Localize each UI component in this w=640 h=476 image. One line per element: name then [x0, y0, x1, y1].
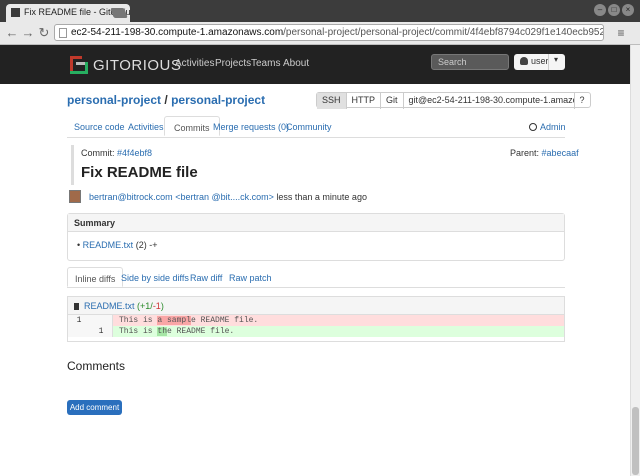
tab-raw-diff[interactable]: Raw diff [190, 273, 222, 283]
tab-side-by-side-diffs[interactable]: Side by side diffs [121, 273, 189, 283]
admin-menu[interactable]: Admin [529, 122, 566, 132]
url-path: /personal-project/personal-project/commi… [283, 27, 604, 38]
page-scrollbar[interactable] [630, 45, 640, 476]
nav-activities[interactable]: Activities [175, 58, 214, 69]
admin-label: Admin [540, 122, 566, 132]
comments-heading: Comments [67, 359, 126, 373]
breadcrumb-project[interactable]: personal-project [67, 93, 161, 107]
divider [548, 54, 549, 70]
breadcrumb-repository[interactable]: personal-project [171, 93, 265, 107]
site-header: GITORIOUS Activities Projects Teams Abou… [0, 45, 630, 84]
page-title: Fix README file [81, 164, 198, 181]
summary-file-link[interactable]: README.txt [83, 240, 134, 250]
parent-line: Parent: #abecaaf [510, 148, 579, 158]
old-line-number: 1 [68, 315, 91, 326]
diff-view-tabs: Inline diffs Side by side diffs Raw diff… [67, 267, 565, 288]
diff-file-panel: README.txt (+1/-1) 1 This is a sample RE… [67, 296, 565, 342]
diff-file-link[interactable]: README.txt [84, 301, 135, 311]
tab-activities[interactable]: Activities [128, 122, 164, 132]
back-icon[interactable]: ← [4, 25, 20, 41]
commit-author: bertran@bitrock.com <bertran @bit....ck.… [89, 192, 367, 202]
browser-tabstrip: Fix README file - Gitorious × – □ × [0, 0, 640, 22]
reload-icon[interactable]: ↻ [36, 25, 52, 41]
author-email-link[interactable]: bertran@bitrock.com [89, 192, 173, 202]
add-comment-button[interactable]: Add comment [67, 400, 122, 415]
author-detail-link[interactable]: <bertran @bit....ck.com> [175, 192, 274, 202]
caret-down-icon[interactable]: ▾ [554, 55, 558, 64]
summary-file-item: • README.txt (2) -+ [77, 240, 157, 250]
commit-time: less than a minute ago [276, 192, 367, 202]
nav-projects[interactable]: Projects [215, 58, 251, 69]
page-icon [59, 28, 67, 38]
repository-tabs: Source code Activities Commits Merge req… [67, 116, 566, 138]
bullet-icon: • [77, 240, 81, 250]
clone-git-button[interactable]: Git [381, 93, 404, 109]
browser-toolbar: ← → ↻ ec2-54-211-198-30.compute-1.amazon… [0, 22, 640, 45]
avatar[interactable] [69, 190, 81, 203]
user-label: user [531, 56, 549, 66]
commit-label: Commit: [81, 148, 115, 158]
tab-commits[interactable]: Commits [164, 116, 220, 136]
removed-code: This is a sample README file. [119, 316, 259, 325]
summary-change: (2) -+ [135, 240, 158, 250]
nav-about[interactable]: About [283, 58, 309, 69]
tab-community[interactable]: Community [286, 122, 332, 132]
nav-teams[interactable]: Teams [251, 58, 280, 69]
tab-merge-requests[interactable]: Merge requests (0) [213, 122, 289, 132]
commit-id-line: Commit: #4f4ebf8 [81, 148, 152, 158]
maximize-icon[interactable]: □ [608, 4, 620, 16]
clone-url-field[interactable]: git@ec2-54-211-198-30.compute-1.amazonaw… [404, 93, 575, 109]
new-line-number [90, 315, 113, 326]
window-close-icon[interactable]: × [622, 4, 634, 16]
address-bar[interactable]: ec2-54-211-198-30.compute-1.amazonaws.co… [54, 24, 604, 41]
clone-url-widget: SSH HTTP Git git@ec2-54-211-198-30.compu… [316, 92, 591, 109]
clone-http-button[interactable]: HTTP [347, 93, 382, 109]
breadcrumb: personal-project / personal-project [67, 93, 265, 107]
clone-ssh-button[interactable]: SSH [317, 93, 347, 109]
tab-raw-patch[interactable]: Raw patch [229, 273, 272, 283]
tab-inline-diffs[interactable]: Inline diffs [67, 267, 124, 287]
user-menu-button[interactable]: user ▾ [514, 54, 565, 70]
commit-id-link[interactable]: #4f4ebf8 [117, 148, 152, 158]
parent-id-link[interactable]: #abecaaf [542, 148, 579, 158]
old-line-number [68, 326, 91, 337]
scrollbar-thumb[interactable] [632, 407, 639, 475]
parent-label: Parent: [510, 148, 540, 158]
summary-panel: Summary • README.txt (2) -+ [67, 213, 565, 261]
commit-accent-bar [71, 145, 74, 185]
tab-source-code[interactable]: Source code [74, 122, 125, 132]
favicon-icon [11, 8, 20, 17]
file-icon [74, 303, 79, 310]
new-line-number: 1 [90, 326, 113, 337]
clone-help-button[interactable]: ? [575, 93, 590, 109]
url-host: ec2-54-211-198-30.compute-1.amazonaws.co… [71, 27, 284, 38]
forward-icon[interactable]: → [20, 25, 36, 41]
breadcrumb-separator: / [164, 93, 168, 107]
user-icon [520, 57, 528, 65]
diff-added-line: 1 This is the README file. [68, 326, 564, 337]
diff-file-header: README.txt (+1/-1) [68, 297, 564, 315]
diff-stats: (+1/-1) [137, 301, 164, 311]
logo-text[interactable]: GITORIOUS [93, 57, 181, 74]
added-code: This is the README file. [119, 327, 235, 336]
summary-heading: Summary [68, 214, 564, 232]
gitorious-logo-icon[interactable] [70, 56, 88, 74]
gear-icon [529, 123, 537, 131]
minimize-icon[interactable]: – [594, 4, 606, 16]
search-input[interactable]: Search [431, 54, 509, 70]
wrench-menu-icon[interactable]: ≡ [614, 26, 628, 40]
diff-removed-line: 1 This is a sample README file. [68, 315, 564, 326]
